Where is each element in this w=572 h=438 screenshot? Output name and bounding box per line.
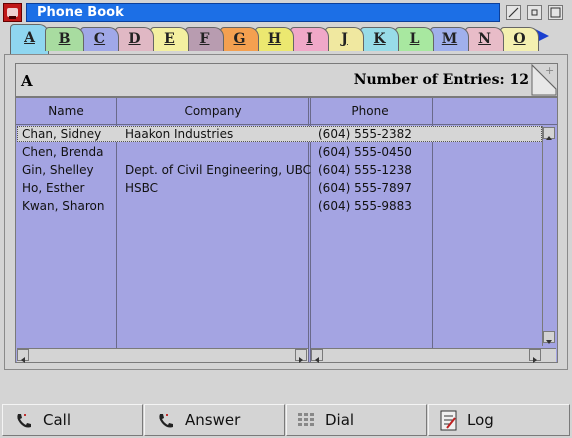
contact-company[interactable]: Dept. of Civil Engineering, UBC xyxy=(125,161,311,179)
list-header: A Number of Entries: 12 + xyxy=(15,63,558,97)
horizontal-scrollbar-right[interactable] xyxy=(311,348,556,363)
log-label: Log xyxy=(467,411,494,429)
call-label: Call xyxy=(43,411,72,429)
tab-i[interactable]: I xyxy=(290,27,329,51)
scroll-left-button[interactable] xyxy=(311,349,323,363)
column-header-company[interactable]: Company xyxy=(117,98,309,124)
tab-d[interactable]: D xyxy=(115,27,154,51)
phone-handset-icon xyxy=(159,414,173,428)
tab-e[interactable]: E xyxy=(150,27,189,51)
tab-h[interactable]: H xyxy=(255,27,294,51)
contact-name[interactable]: Gin, Shelley xyxy=(22,161,94,179)
letter-tabs: ABCDEFGHIJKLMNO xyxy=(0,24,572,54)
contact-phone[interactable]: (604) 555-0450 xyxy=(318,143,412,161)
tab-j[interactable]: J xyxy=(325,27,364,51)
contact-name[interactable]: Chan, Sidney xyxy=(22,125,101,143)
minimize-button[interactable] xyxy=(527,5,542,20)
contact-name[interactable]: Kwan, Sharon xyxy=(22,197,104,215)
scroll-right-button[interactable] xyxy=(529,349,541,363)
answer-label: Answer xyxy=(185,411,241,429)
contact-phone[interactable]: (604) 555-1238 xyxy=(318,161,412,179)
current-letter: A xyxy=(21,72,33,90)
call-button[interactable]: Call xyxy=(2,404,143,436)
dial-label: Dial xyxy=(325,411,355,429)
horizontal-scrollbar-left[interactable] xyxy=(17,348,308,363)
log-button[interactable]: Log xyxy=(428,404,570,436)
contact-company[interactable]: Haakon Industries xyxy=(125,125,233,143)
dial-button[interactable]: Dial xyxy=(286,404,427,436)
tab-g[interactable]: G xyxy=(220,27,259,51)
column-header-name[interactable]: Name xyxy=(16,98,116,124)
tab-k[interactable]: K xyxy=(360,27,399,51)
title-field[interactable]: Phone Book xyxy=(26,3,500,22)
vertical-scrollbar[interactable] xyxy=(542,126,556,346)
tab-c[interactable]: C xyxy=(80,27,119,51)
tab-m[interactable]: M xyxy=(430,27,469,51)
shade-button[interactable] xyxy=(506,5,521,20)
tab-b[interactable]: B xyxy=(45,27,84,51)
contact-name[interactable]: Chen, Brenda xyxy=(22,143,103,161)
svg-text:+: + xyxy=(545,64,554,77)
scroll-right-button[interactable] xyxy=(295,349,307,363)
title-bar: Phone Book xyxy=(0,0,572,26)
keypad-icon xyxy=(298,413,314,426)
phone-handset-icon xyxy=(17,414,31,428)
answer-button[interactable]: Answer xyxy=(144,404,285,436)
contact-company[interactable]: HSBC xyxy=(125,179,158,197)
tab-a[interactable]: A xyxy=(10,24,49,54)
entry-count: Number of Entries: 12 xyxy=(353,72,529,88)
scroll-down-button[interactable] xyxy=(543,331,555,344)
contact-phone[interactable]: (604) 555-2382 xyxy=(318,125,412,143)
phone-book-icon[interactable] xyxy=(3,3,22,22)
tab-n[interactable]: N xyxy=(465,27,504,51)
maximize-button[interactable] xyxy=(548,5,563,20)
scroll-up-button[interactable] xyxy=(543,127,555,140)
phone-book-panel: A Number of Entries: 12 + Name Company P… xyxy=(4,54,568,370)
contact-phone[interactable]: (604) 555-9883 xyxy=(318,197,412,215)
action-bar: Call Answer Dial Log xyxy=(0,404,572,438)
column-header-phone[interactable]: Phone xyxy=(310,98,430,124)
scroll-left-button[interactable] xyxy=(17,349,29,363)
contact-phone[interactable]: (604) 555-7897 xyxy=(318,179,412,197)
page-corner-icon[interactable]: + xyxy=(531,64,557,96)
contacts-table: Name Company Phone Chan, Sidney Haakon In… xyxy=(15,97,558,363)
tab-o[interactable]: O xyxy=(500,27,539,51)
window-title: Phone Book xyxy=(37,5,124,20)
tab-f[interactable]: F xyxy=(185,27,224,51)
tab-l[interactable]: L xyxy=(395,27,434,51)
contact-name[interactable]: Ho, Esther xyxy=(22,179,84,197)
log-book-icon xyxy=(440,410,457,431)
